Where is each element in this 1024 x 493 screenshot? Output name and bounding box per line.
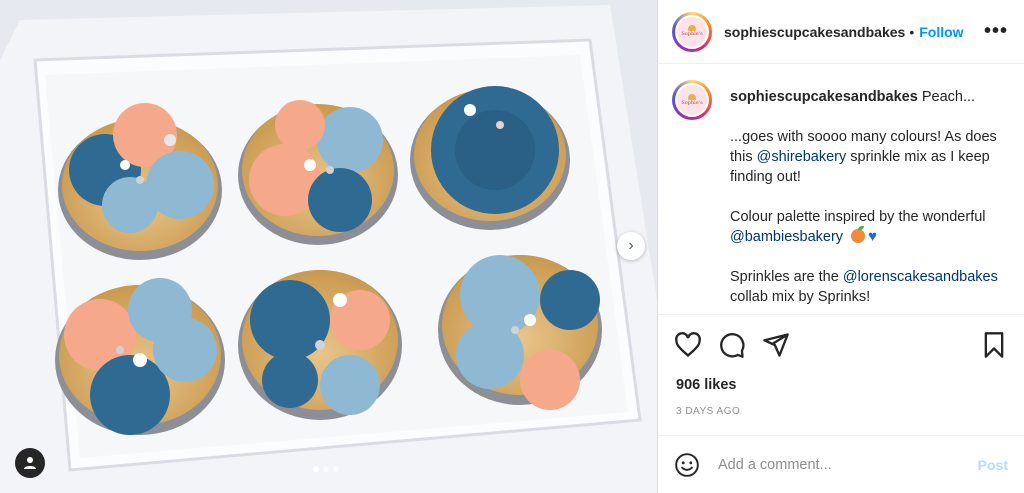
follow-button[interactable]: Follow [919, 24, 963, 40]
user-tag-icon [24, 457, 36, 469]
post-comment-button[interactable]: Post [978, 457, 1008, 473]
post-side-panel: Sophie's sophiescupcakesandbakes • Follo… [657, 0, 1024, 493]
next-slide-button[interactable]: › [617, 232, 645, 260]
carousel-dot [333, 466, 339, 472]
more-options-icon[interactable]: ••• [984, 20, 1008, 43]
mention-link[interactable]: @shirebakery [757, 149, 847, 165]
instagram-post: › Sophie's sophiescupcakesandbakes • Fol… [0, 0, 1024, 493]
header-username[interactable]: sophiescupcakesandbakes [724, 24, 905, 40]
caption: Sophie's sophiescupcakesandbakes Peach..… [658, 64, 1024, 314]
cupcake-box-photo [0, 0, 657, 493]
avatar-logo: Sophie's [677, 16, 707, 47]
carousel-indicator [313, 466, 339, 472]
carousel-dot [313, 466, 319, 472]
peach-emoji-icon [851, 226, 866, 243]
post-image[interactable]: › [0, 0, 657, 493]
comment-icon[interactable] [718, 331, 746, 359]
blue-heart-emoji-icon: ♥ [868, 228, 877, 245]
heart-icon[interactable] [674, 331, 702, 359]
caption-avatar[interactable]: Sophie's [672, 80, 712, 120]
post-timestamp[interactable]: 3 DAYS AGO [676, 406, 740, 417]
comment-input[interactable] [716, 455, 978, 474]
caption-text: sophiescupcakesandbakes Peach... ...goes… [730, 89, 998, 305]
carousel-dot [323, 466, 329, 472]
action-bar [658, 314, 1024, 374]
mention-link[interactable]: @lorenscakesandbakes [843, 269, 998, 285]
bookmark-icon[interactable] [980, 331, 1008, 359]
likes-count[interactable]: 906 likes [676, 377, 736, 393]
emoji-icon[interactable] [674, 452, 700, 478]
comment-bar: Post [658, 435, 1024, 493]
user-tag-button[interactable] [15, 448, 45, 478]
chevron-right-icon: › [628, 237, 634, 254]
caption-username[interactable]: sophiescupcakesandbakes [730, 89, 918, 105]
mention-link[interactable]: @bambiesbakery [730, 229, 843, 245]
caption-headline: Peach... [921, 89, 976, 105]
post-header: Sophie's sophiescupcakesandbakes • Follo… [658, 0, 1024, 64]
avatar[interactable]: Sophie's [672, 11, 712, 52]
share-icon[interactable] [762, 331, 790, 359]
cupcake-5 [238, 270, 402, 420]
